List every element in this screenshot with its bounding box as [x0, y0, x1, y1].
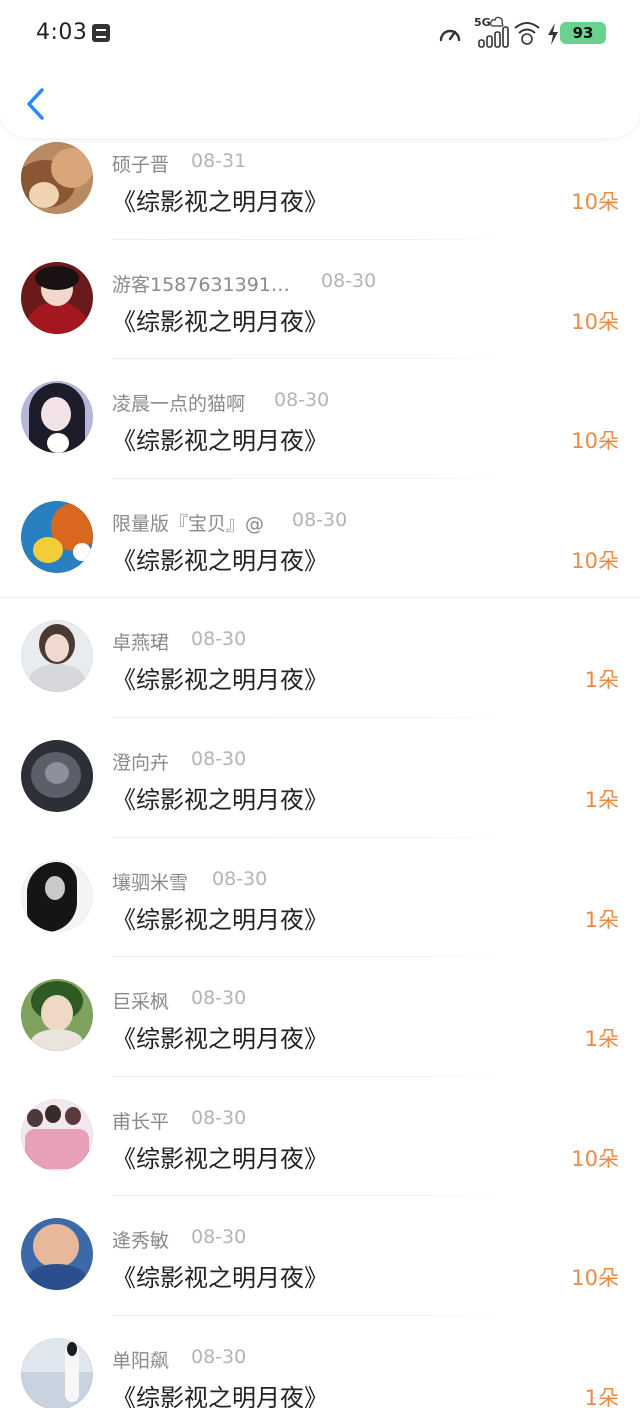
user-name: 壤驷米雪	[112, 871, 189, 894]
list-item[interactable]: 巨采枫 08-30 《综影视之明月夜》 1朵	[0, 957, 640, 1077]
list-item[interactable]: 卓燕珺 08-30 《综影视之明月夜》 1朵	[0, 598, 640, 718]
gift-list-screen: 4:03 5G 93 硕子晋 08-31 《综影视之明月夜》 10朵 游客158…	[0, 0, 640, 1408]
gift-count: 1朵	[584, 1385, 619, 1408]
list-item[interactable]: 游客1587631391… 08-30 《综影视之明月夜》 10朵	[0, 240, 640, 360]
gift-count: 10朵	[571, 1266, 619, 1291]
gift-count: 1朵	[584, 787, 619, 812]
book-title: 《综影视之明月夜》	[112, 1383, 328, 1408]
signal-icon	[478, 26, 509, 48]
gift-date: 08-30	[274, 389, 330, 412]
gift-date: 08-30	[191, 1345, 247, 1368]
list-item[interactable]: 澄向卉 08-30 《综影视之明月夜》 1朵	[0, 718, 640, 838]
avatar[interactable]	[21, 620, 93, 693]
app-notification-icon	[92, 24, 110, 42]
user-name: 限量版『宝贝』@	[112, 512, 265, 535]
back-button[interactable]	[20, 82, 54, 126]
gift-date: 08-30	[191, 1106, 247, 1129]
user-name: 硕子晋	[112, 154, 170, 176]
gift-count: 10朵	[571, 548, 619, 573]
gift-count: 10朵	[571, 1146, 619, 1171]
avatar[interactable]	[21, 1218, 93, 1291]
gift-count: 1朵	[584, 1027, 619, 1052]
avatar[interactable]	[21, 739, 93, 812]
user-name: 甫长平	[112, 1110, 170, 1133]
avatar[interactable]	[21, 859, 93, 932]
gift-date: 08-30	[191, 987, 247, 1010]
wifi-icon	[514, 22, 540, 45]
list-item[interactable]: 单阳飙 08-30 《综影视之明月夜》 1朵	[0, 1316, 640, 1408]
avatar[interactable]	[21, 261, 93, 334]
header: 4:03 5G 93	[0, 0, 640, 138]
avatar[interactable]	[21, 979, 93, 1052]
cloud-icon	[490, 16, 504, 27]
chevron-left-icon	[27, 88, 44, 120]
list-item[interactable]: 甫长平 08-30 《综影视之明月夜》 10朵	[0, 1077, 640, 1197]
list-item[interactable]: 凌晨一点的猫啊 08-30 《综影视之明月夜》 10朵	[0, 359, 640, 479]
book-title: 《综影视之明月夜》	[112, 427, 328, 456]
gift-date: 08-30	[191, 628, 247, 651]
avatar[interactable]	[21, 1337, 93, 1408]
battery-level: 93	[560, 22, 606, 44]
book-title: 《综影视之明月夜》	[112, 1144, 328, 1173]
speed-icon	[439, 29, 461, 42]
gift-date: 08-30	[191, 1226, 247, 1249]
list-item[interactable]: 壤驷米雪 08-30 《综影视之明月夜》 1朵	[0, 838, 640, 958]
avatar[interactable]	[21, 1098, 93, 1171]
gift-count: 10朵	[571, 190, 619, 214]
status-bar: 4:03 5G 93	[0, 0, 640, 66]
gift-count: 10朵	[571, 429, 619, 454]
gift-count: 1朵	[584, 668, 619, 693]
list-item[interactable]: 逄秀敏 08-30 《综影视之明月夜》 10朵	[0, 1196, 640, 1316]
gift-date: 08-30	[212, 867, 268, 890]
gift-count: 1朵	[584, 907, 619, 932]
gift-date: 08-30	[321, 269, 377, 292]
avatar[interactable]	[21, 381, 93, 454]
status-time: 4:03	[36, 20, 88, 45]
book-title: 《综影视之明月夜》	[112, 307, 328, 336]
book-title: 《综影视之明月夜》	[112, 1025, 328, 1054]
book-title: 《综影视之明月夜》	[112, 905, 328, 934]
gift-list: 硕子晋 08-31 《综影视之明月夜》 10朵 游客1587631391… 08…	[0, 120, 640, 1408]
gift-count: 10朵	[571, 309, 619, 334]
avatar[interactable]	[21, 142, 93, 214]
user-name: 游客1587631391…	[112, 273, 290, 296]
avatar[interactable]	[21, 500, 93, 573]
gift-date: 08-31	[191, 150, 247, 172]
user-name: 卓燕珺	[112, 632, 170, 655]
user-name: 澄向卉	[112, 751, 170, 774]
list-item[interactable]: 限量版『宝贝』@ 08-30 《综影视之明月夜》 10朵	[0, 479, 640, 599]
user-name: 逄秀敏	[112, 1230, 170, 1253]
user-name: 巨采枫	[112, 991, 170, 1014]
charging-icon	[548, 23, 558, 45]
user-name: 凌晨一点的猫啊	[112, 393, 246, 416]
book-title: 《综影视之明月夜》	[112, 785, 328, 814]
book-title: 《综影视之明月夜》	[112, 546, 328, 575]
gift-date: 08-30	[292, 508, 348, 531]
book-title: 《综影视之明月夜》	[112, 1264, 328, 1293]
book-title: 《综影视之明月夜》	[112, 188, 328, 216]
user-name: 单阳飙	[112, 1349, 170, 1372]
book-title: 《综影视之明月夜》	[112, 666, 328, 695]
gift-date: 08-30	[191, 747, 247, 770]
